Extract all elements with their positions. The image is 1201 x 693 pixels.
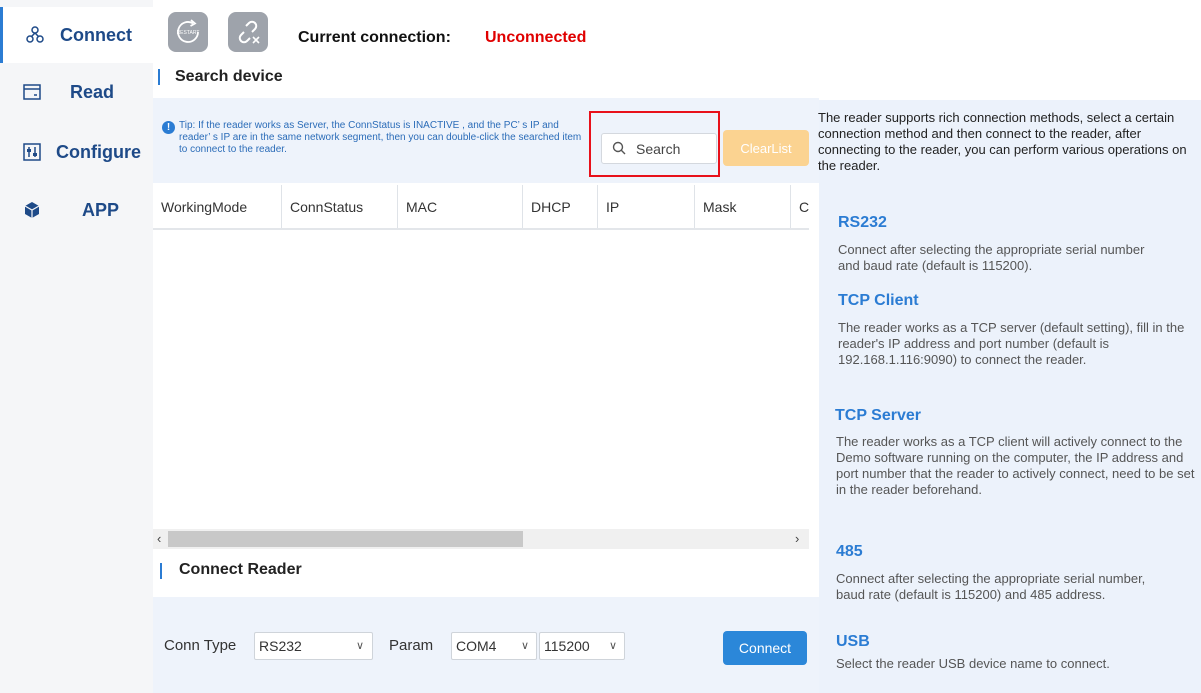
chevron-down-icon: ∨	[521, 640, 530, 652]
help-intro: The reader supports rich connection meth…	[818, 110, 1187, 173]
help-heading-tcp-client: TCP Client	[838, 292, 919, 309]
baud-value: 115200	[544, 638, 590, 654]
restart-text: RESTART	[177, 30, 200, 36]
column-header[interactable]: Mask	[695, 185, 791, 228]
chevron-down-icon: ∨	[356, 640, 365, 652]
sidebar-item-read[interactable]: Read	[0, 64, 153, 120]
sidebar: Connect Read Configure APP	[0, 0, 153, 693]
card-icon	[22, 82, 42, 102]
sidebar-item-label: Configure	[56, 141, 141, 162]
disconnect-button[interactable]	[228, 12, 268, 52]
search-input[interactable]	[636, 139, 714, 159]
chevron-down-icon: ∨	[609, 640, 618, 652]
scroll-left-icon[interactable]: ‹	[157, 531, 161, 547]
device-table-header: WorkingMode ConnStatus MAC DHCP IP Mask …	[153, 185, 809, 230]
help-text-tcp-client: The reader works as a TCP server (defaul…	[838, 320, 1185, 367]
search-icon	[612, 141, 626, 160]
horizontal-scrollbar[interactable]: ‹ ›	[153, 529, 809, 549]
info-icon: !	[162, 121, 175, 134]
help-panel	[819, 100, 1201, 693]
restart-button[interactable]: RESTART	[168, 12, 208, 52]
column-header[interactable]: C	[791, 185, 809, 228]
connect-reader-title: Connect Reader	[179, 561, 302, 578]
connection-label: Current connection:	[298, 29, 451, 46]
search-tip: Tip: If the reader works as Server, the …	[179, 120, 582, 155]
conn-type-select[interactable]: RS232 ∨	[254, 632, 373, 660]
help-heading-rs232: RS232	[838, 214, 887, 231]
sidebar-item-connect[interactable]: Connect	[0, 7, 153, 63]
section-marker	[158, 69, 160, 85]
param-label: Param	[389, 637, 434, 654]
conn-type-label: Conn Type	[164, 637, 237, 654]
port-value: COM4	[456, 638, 497, 654]
port-select[interactable]: COM4 ∨	[451, 632, 537, 660]
search-device-title: Search device	[175, 68, 283, 85]
column-header[interactable]: MAC	[398, 185, 523, 228]
search-panel: ! Tip: If the reader works as Server, th…	[153, 98, 819, 183]
help-text-tcp-server: The reader works as a TCP client will ac…	[836, 434, 1195, 497]
search-box[interactable]	[601, 133, 717, 164]
connect-button[interactable]: Connect	[723, 631, 807, 665]
settings-box-icon	[22, 142, 42, 162]
sidebar-item-app[interactable]: APP	[0, 182, 153, 238]
connect-icon	[25, 25, 45, 45]
sidebar-item-label: Connect	[60, 24, 132, 45]
section-marker	[160, 563, 162, 579]
help-heading-tcp-server: TCP Server	[835, 407, 921, 424]
cube-icon	[22, 200, 42, 220]
unlink-icon	[238, 20, 260, 44]
help-heading-485: 485	[836, 543, 863, 560]
column-header[interactable]: WorkingMode	[153, 185, 282, 228]
help-heading-usb: USB	[836, 633, 870, 650]
scrollbar-thumb[interactable]	[168, 531, 523, 547]
scroll-right-icon[interactable]: ›	[795, 531, 799, 547]
column-header[interactable]: DHCP	[523, 185, 598, 228]
device-table-body[interactable]	[153, 230, 809, 529]
clear-list-button[interactable]: ClearList	[723, 130, 809, 166]
baud-select[interactable]: 115200 ∨	[539, 632, 625, 660]
restart-icon: RESTART	[177, 19, 200, 43]
conn-type-value: RS232	[259, 638, 302, 654]
help-text-rs232: Connect after selecting the appropriate …	[838, 242, 1145, 273]
help-text-usb: Select the reader USB device name to con…	[836, 656, 1110, 671]
sidebar-item-label: Read	[70, 81, 115, 102]
column-header[interactable]: ConnStatus	[282, 185, 398, 228]
help-text-485: Connect after selecting the appropriate …	[836, 571, 1146, 602]
sidebar-item-configure[interactable]: Configure	[0, 124, 153, 180]
sidebar-item-label: APP	[82, 199, 120, 220]
column-header[interactable]: IP	[598, 185, 695, 228]
connection-status: Unconnected	[485, 29, 587, 46]
